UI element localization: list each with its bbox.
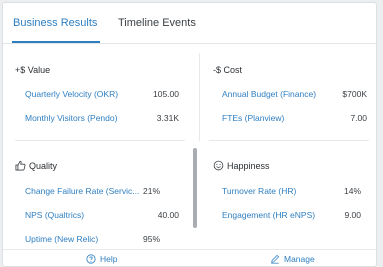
business-results-card: Business Results Timeline Events +$ Valu… bbox=[2, 2, 377, 267]
manage-button[interactable]: Manage bbox=[270, 254, 315, 264]
metric-turnover-rate-value: 14% bbox=[343, 186, 361, 196]
smiley-icon bbox=[213, 160, 224, 171]
metric-uptime[interactable]: Uptime (New Relic) bbox=[25, 234, 98, 244]
active-tab-indicator bbox=[12, 41, 100, 43]
section-divider-left bbox=[15, 140, 185, 141]
metric-ftes-value: 7.00 bbox=[350, 113, 367, 123]
metric-annual-budget[interactable]: Annual Budget (Finance) bbox=[222, 89, 316, 99]
scrollbar-thumb[interactable] bbox=[193, 148, 197, 228]
metric-change-failure-rate[interactable]: Change Failure Rate (Servic... bbox=[25, 186, 139, 196]
metric-nps[interactable]: NPS (Qualtrics) bbox=[25, 210, 84, 220]
metric-nps-value: 40.00 bbox=[157, 210, 179, 220]
quality-section-label: Quality bbox=[29, 160, 58, 171]
pencil-icon bbox=[270, 254, 280, 264]
thumbs-up-icon bbox=[15, 160, 26, 171]
metric-quarterly-velocity[interactable]: Quarterly Velocity (OKR) bbox=[25, 89, 118, 99]
card-footer: Help Manage bbox=[3, 249, 376, 266]
value-section-label: +$ Value bbox=[15, 65, 51, 75]
manage-label: Manage bbox=[284, 254, 315, 264]
metric-engagement[interactable]: Engagement (HR eNPS) bbox=[222, 210, 315, 220]
happiness-section-title: Happiness bbox=[213, 160, 270, 171]
happiness-section-label: Happiness bbox=[227, 160, 270, 171]
metric-uptime-value: 95% bbox=[143, 234, 161, 244]
section-divider-right bbox=[209, 140, 369, 141]
metric-monthly-visitors-value: 3.31K bbox=[156, 113, 179, 123]
help-icon bbox=[86, 254, 96, 264]
column-divider bbox=[199, 53, 200, 141]
help-label: Help bbox=[100, 254, 118, 264]
metric-turnover-rate[interactable]: Turnover Rate (HR) bbox=[222, 186, 296, 196]
tab-business-results[interactable]: Business Results bbox=[13, 17, 97, 29]
metric-change-failure-rate-value: 21% bbox=[143, 186, 161, 196]
tab-bar: Business Results Timeline Events bbox=[3, 3, 376, 44]
metric-quarterly-velocity-value: 105.00 bbox=[153, 89, 179, 99]
metric-annual-budget-value: $700K bbox=[342, 89, 367, 99]
metric-monthly-visitors[interactable]: Monthly Visitors (Pendo) bbox=[25, 113, 117, 123]
tab-timeline-events[interactable]: Timeline Events bbox=[118, 17, 196, 29]
metric-ftes[interactable]: FTEs (Planview) bbox=[222, 113, 284, 123]
value-section-title: +$ Value bbox=[15, 65, 50, 75]
metric-engagement-value: 9.00 bbox=[344, 210, 361, 220]
cost-section-title: -$ Cost bbox=[213, 65, 242, 75]
quality-section-title: Quality bbox=[15, 160, 57, 171]
help-button[interactable]: Help bbox=[86, 254, 117, 264]
cost-section-label: -$ Cost bbox=[213, 65, 243, 75]
